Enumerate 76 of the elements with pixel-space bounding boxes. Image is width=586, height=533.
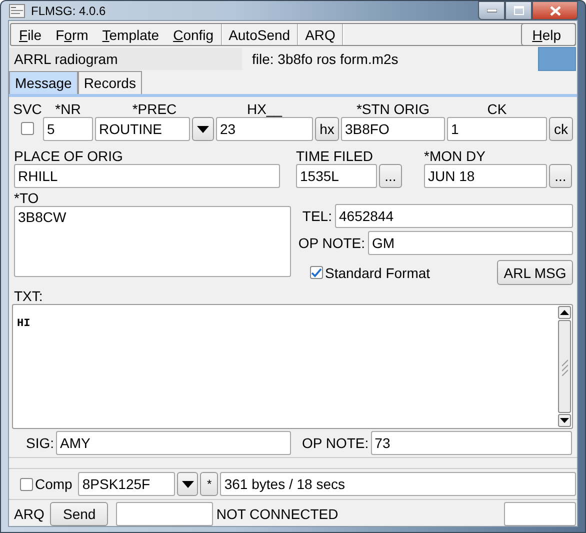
menu-item[interactable]: ARQ [298,24,344,45]
arq-label: ARQ [14,506,44,522]
picker-button[interactable]: ... [379,164,402,188]
hx-button[interactable]: hx [315,117,339,141]
checkbox[interactable] [21,122,34,135]
maximize-button[interactable] [505,1,532,20]
scroll-up-icon[interactable] [560,310,569,315]
input-field[interactable]: JUN 18 [424,164,547,188]
checkbox[interactable] [310,266,323,279]
field-label: OP NOTE: [302,435,369,451]
transfer-status: 361 bytes / 18 secs [220,472,576,496]
field-label: SVC [13,101,42,117]
status-indicator [538,47,576,71]
field-label: SIG: [26,435,54,451]
field-label: *NR [55,101,81,117]
input-field[interactable]: 1535L [296,164,377,188]
field-label: HX__ [246,101,282,117]
file-name: file: 3b8fo ros form.m2s [251,51,400,67]
text-area[interactable]: 3B8CW [14,206,291,277]
connection-status: NOT CONNECTED [216,506,338,522]
compress-checkbox[interactable]: Comp [20,476,72,492]
menu-item[interactable]: File [11,24,49,45]
input-field[interactable]: 5 [43,117,93,141]
input-field[interactable]: AMY [56,431,292,455]
minimize-button[interactable] [478,1,505,20]
maximize-icon [514,6,524,15]
field-label: *PREC [132,101,177,117]
text-area[interactable]: HI [12,304,573,429]
close-button[interactable] [532,1,578,20]
menu-item[interactable]: Template [95,24,166,45]
ck-button[interactable]: ck [549,117,573,141]
field-label: *MON DY [424,148,486,164]
tab[interactable]: Records [78,71,142,94]
message-text: HI [17,318,30,330]
dropdown-field[interactable]: ROUTINE [95,117,190,141]
scrollbar[interactable] [557,305,572,428]
close-icon [550,6,560,16]
input-field[interactable]: 73 [370,431,572,455]
input-field[interactable]: 1 [447,117,547,141]
mode-dropdown[interactable]: 8PSK125F [78,472,176,496]
input-field[interactable]: 4652844 [335,204,573,228]
app-icon [9,4,25,18]
menu-item[interactable]: Config [166,24,222,45]
minimize-icon [486,8,496,12]
input-field[interactable] [504,502,576,526]
tab[interactable]: Message [9,71,78,94]
dropdown-button[interactable] [192,117,214,141]
form-name: ARRL radiogram [9,48,242,70]
menu-item[interactable]: Form [48,24,96,45]
caret-icon [182,480,194,488]
input-field[interactable]: RHILL [14,164,280,188]
field-label: *TO [14,190,39,206]
input-field[interactable]: 23 [216,117,313,141]
field-label: TEL: [302,208,332,224]
menu-item[interactable]: AutoSend [222,24,298,45]
caret-icon [197,126,209,132]
dropdown-button[interactable] [177,472,198,496]
input-field[interactable] [116,502,214,526]
field-label: TIME FILED [296,148,374,164]
send-button[interactable]: Send [50,502,108,526]
picker-button[interactable]: ... [549,164,572,188]
input-field[interactable]: GM [368,231,573,255]
star-button[interactable]: * [200,472,218,496]
scroll-down-icon[interactable] [560,418,569,423]
standard-format-checkbox[interactable]: Standard Format [310,264,430,280]
checkbox[interactable] [20,478,33,490]
window-title: FLMSG: 4.0.6 [31,4,106,18]
field-label: *STN ORIG [356,101,430,117]
field-label: TXT: [14,288,44,304]
field-label: OP NOTE: [298,235,365,251]
field-label: CK [487,101,507,117]
input-field[interactable]: 3B8FO [341,117,445,141]
grip-icon [562,358,568,376]
field-label: PLACE OF ORIG [14,148,123,164]
arl-msg-button[interactable]: ARL MSG [497,260,573,285]
help-menu[interactable]: Help [521,23,576,46]
